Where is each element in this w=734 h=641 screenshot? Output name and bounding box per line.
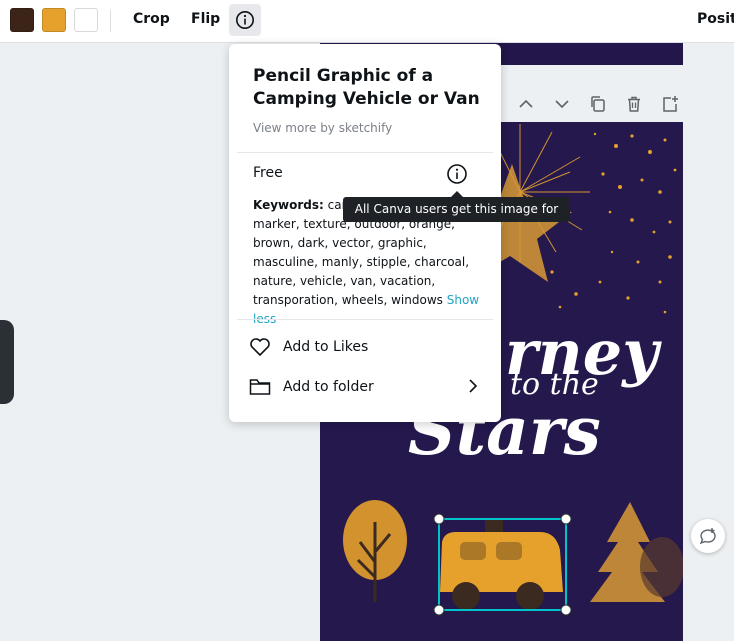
add-to-folder-label: Add to folder [283,379,374,395]
small-stars [550,132,677,314]
tree-right-graphic [590,502,683,602]
trash-icon [628,96,640,112]
side-panel-toggle[interactable] [0,320,14,404]
tree-left-graphic [343,500,407,602]
position-button[interactable]: Positi [697,11,734,27]
info-button[interactable] [229,4,261,36]
view-more-by-author-link[interactable]: View more by sketchify [253,121,392,135]
keywords-label: Keywords: [253,198,324,212]
add-to-likes-button[interactable]: Add to Likes [249,335,481,359]
color-swatch-white[interactable] [74,8,98,32]
comment-icon [699,528,716,545]
add-page-button[interactable] [658,92,682,116]
move-page-up-button[interactable] [514,92,538,116]
camper-van-graphic [440,520,563,610]
copy-icon [591,96,605,112]
divider [237,152,493,153]
add-comment-button[interactable] [691,519,725,553]
folder-icon [249,379,271,395]
editor-toolbar: Crop Flip Positi [0,0,734,43]
move-page-down-button[interactable] [550,92,574,116]
duplicate-page-button[interactable] [586,92,610,116]
chevron-right-icon [469,379,478,393]
chevron-down-icon [555,100,569,109]
delete-page-button[interactable] [622,92,646,116]
flip-button[interactable]: Flip [191,11,220,27]
color-swatch-brown[interactable] [10,8,34,32]
add-to-folder-button[interactable]: Add to folder [249,375,481,399]
add-to-likes-label: Add to Likes [283,339,369,355]
heart-icon [250,338,270,357]
divider [237,319,493,320]
crop-button[interactable]: Crop [133,11,170,27]
license-tooltip: All Canva users get this image for free [343,191,570,241]
image-title: Pencil Graphic of a Camping Vehicle or V… [253,66,480,109]
color-swatch-orange[interactable] [42,8,66,32]
info-icon [236,11,254,29]
toolbar-divider [110,10,111,32]
license-info-icon[interactable] [446,163,468,185]
keywords-list: marker, texture, outdoor, orange, brown,… [253,217,470,307]
chevron-up-icon [519,99,533,108]
page-tools [510,92,685,116]
price-label: Free [253,165,283,181]
add-page-icon [663,96,678,112]
